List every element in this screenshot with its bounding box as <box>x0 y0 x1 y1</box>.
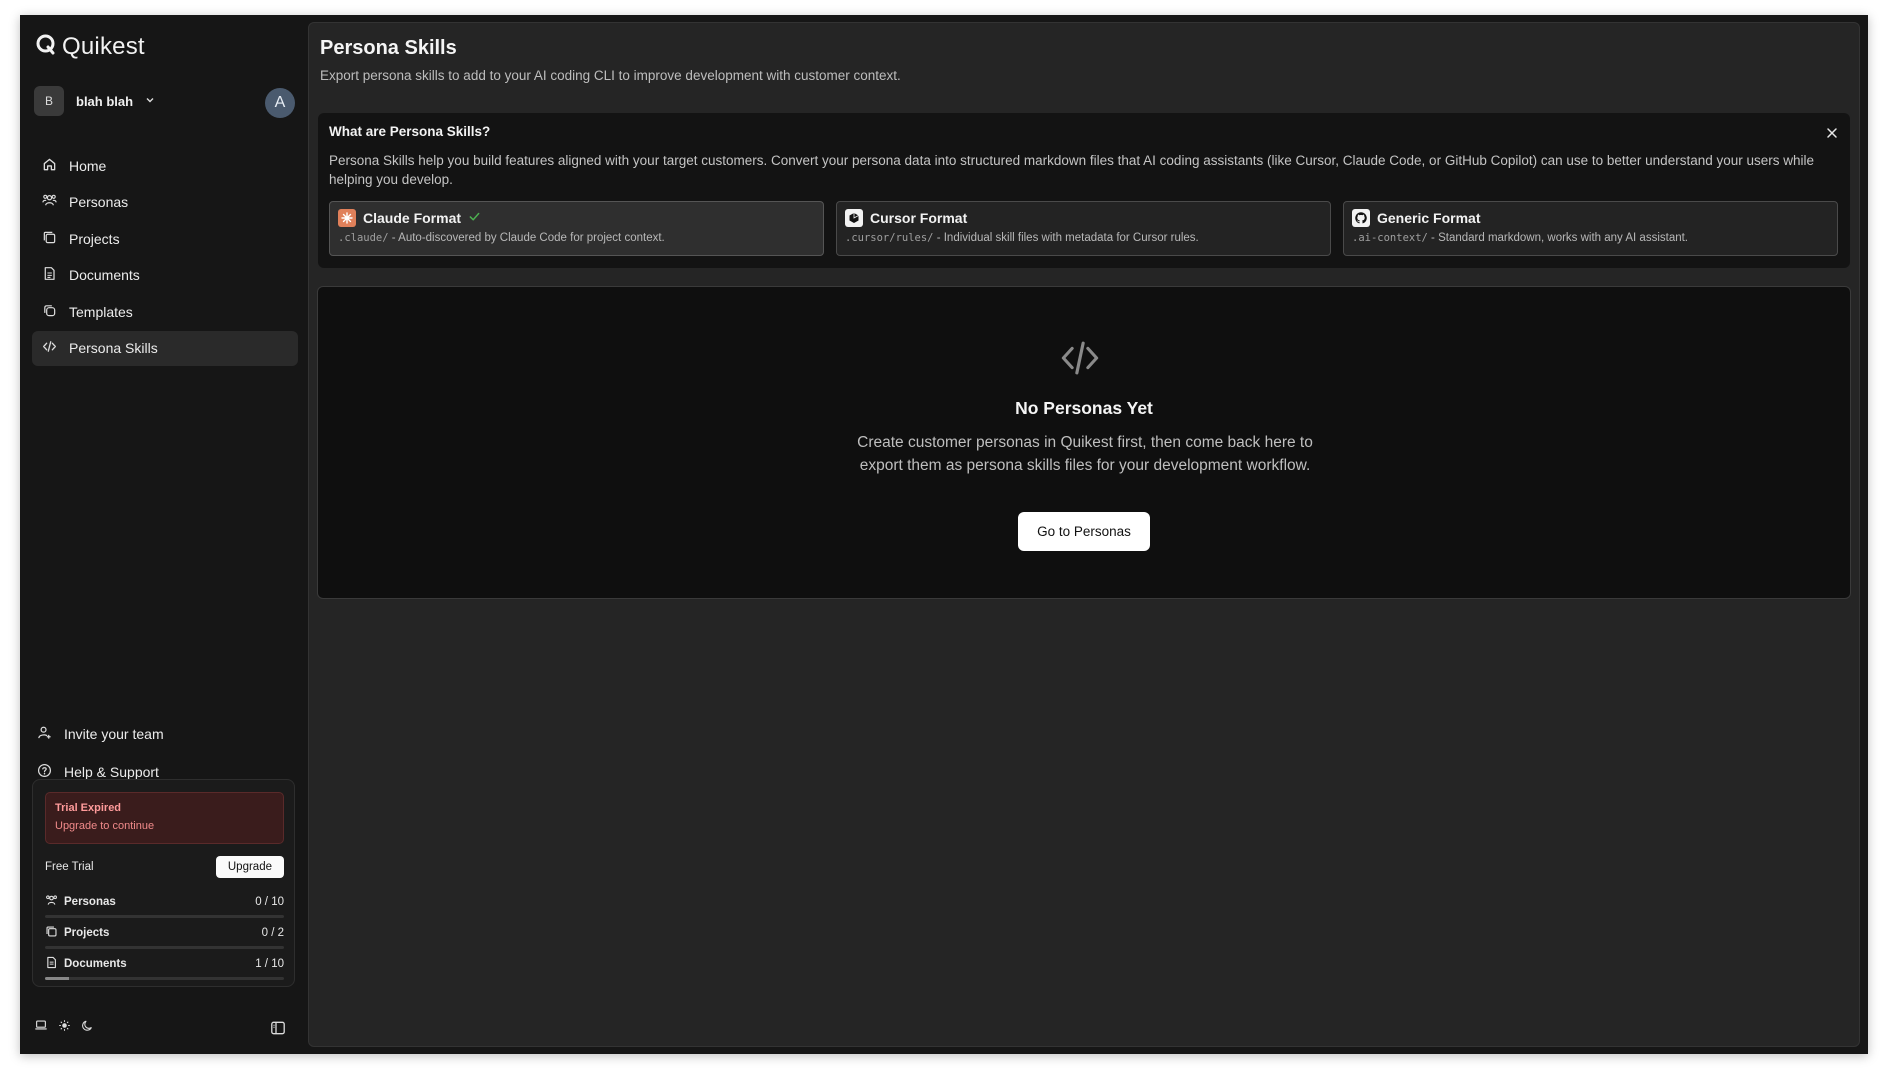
trial-subtitle: Upgrade to continue <box>55 820 155 832</box>
usage-projects: Projects 0 / 2 <box>45 925 284 949</box>
plan-row: Free Trial Upgrade <box>45 856 284 878</box>
format-option-generic[interactable]: Generic Format .ai-context/ - Standard m… <box>1343 201 1838 256</box>
workspace-badge: B <box>34 86 64 116</box>
usage-count: 0 / 10 <box>255 896 284 908</box>
code-icon <box>42 339 57 357</box>
sidebar-item-templates[interactable]: Templates <box>32 294 298 329</box>
brand-logo[interactable]: Quikest <box>36 33 145 61</box>
format-description: - Standard markdown, works with any AI a… <box>1427 232 1688 244</box>
page-subtitle: Export persona skills to add to your AI … <box>320 68 901 83</box>
sidebar-item-label: Projects <box>69 230 120 247</box>
format-name: Cursor Format <box>870 210 968 226</box>
usage-label: Projects <box>64 927 110 939</box>
code-icon <box>1059 337 1101 384</box>
format-path: .cursor/rules/ <box>845 232 934 244</box>
brand-name: Quikest <box>62 33 145 60</box>
persona-skills-info-card: What are Persona Skills? Persona Skills … <box>318 113 1850 268</box>
sidebar-item-label: Home <box>69 157 107 174</box>
format-description: - Auto-discovered by Claude Code for pro… <box>388 232 665 244</box>
sidebar-item-label: Templates <box>69 303 133 320</box>
empty-state-description: Create customer personas in Quikest firs… <box>857 434 1313 474</box>
sidebar-item-label: Documents <box>69 267 140 284</box>
usage-progress-fill <box>45 977 69 980</box>
sidebar-item-documents[interactable]: Documents <box>32 258 298 293</box>
go-to-personas-button[interactable]: Go to Personas <box>1018 512 1150 551</box>
sidebar-item-persona-skills[interactable]: Persona Skills <box>32 330 298 366</box>
format-options: Claude Format .claude/ - Auto-discovered… <box>329 201 1838 256</box>
laptop-icon[interactable] <box>34 1018 48 1037</box>
user-plus-icon <box>37 725 52 743</box>
document-icon <box>45 956 58 972</box>
sidebar-item-label: Persona Skills <box>69 340 158 357</box>
format-option-claude[interactable]: Claude Format .claude/ - Auto-discovered… <box>329 201 824 256</box>
usage-count: 0 / 2 <box>261 927 284 939</box>
format-path: .ai-context/ <box>1352 232 1428 244</box>
usage-count: 1 / 10 <box>255 958 284 970</box>
invite-team-link[interactable]: Invite your team <box>34 715 294 753</box>
sidebar-collapse-icon[interactable] <box>270 1020 286 1041</box>
github-logo-icon <box>1352 209 1370 227</box>
users-icon <box>45 894 58 910</box>
layers-icon <box>42 230 57 248</box>
usage-label: Personas <box>64 896 116 908</box>
format-name: Generic Format <box>1377 210 1481 226</box>
workspace-switcher[interactable]: B blah blah <box>34 86 155 116</box>
page-title: Persona Skills <box>320 37 457 59</box>
document-icon <box>42 266 57 284</box>
copy-icon <box>42 303 57 321</box>
claude-logo-icon <box>338 209 356 227</box>
help-support-label: Help & Support <box>64 764 159 780</box>
format-name: Claude Format <box>363 210 462 226</box>
quikest-logo-icon <box>36 34 56 61</box>
home-icon <box>42 157 57 175</box>
usage-progress-track <box>45 946 284 949</box>
theme-switcher <box>34 1018 94 1037</box>
empty-state-title: No Personas Yet <box>1015 398 1153 418</box>
trial-expired-banner[interactable]: Trial Expired Upgrade to continue <box>45 792 284 844</box>
usage-personas: Personas 0 / 10 <box>45 894 284 918</box>
format-path: .claude/ <box>338 232 389 244</box>
usage-progress-track <box>45 977 284 980</box>
sidebar-item-home[interactable]: Home <box>32 148 298 183</box>
usage-documents: Documents 1 / 10 <box>45 956 284 980</box>
moon-icon[interactable] <box>81 1019 94 1037</box>
info-description: Persona Skills help you build features a… <box>329 153 1815 187</box>
plan-name: Free Trial <box>45 861 94 873</box>
workspace-name: blah blah <box>76 93 134 109</box>
upgrade-button[interactable]: Upgrade <box>215 856 284 878</box>
sidebar-item-personas[interactable]: Personas <box>32 185 298 220</box>
usage-progress-track <box>45 915 284 918</box>
trial-title: Trial Expired <box>55 802 122 814</box>
usage-label: Documents <box>64 958 127 970</box>
format-description: - Individual skill files with metadata f… <box>933 232 1199 244</box>
users-icon <box>42 193 57 211</box>
empty-state: No Personas Yet Create customer personas… <box>317 286 1851 599</box>
app-window: Quikest B blah blah A Home Personas Proj… <box>20 15 1868 1054</box>
chevron-down-icon <box>145 92 155 110</box>
cursor-logo-icon <box>845 209 863 227</box>
close-icon[interactable] <box>1826 126 1838 144</box>
main-panel: Persona Skills Export persona skills to … <box>308 22 1860 1047</box>
check-icon <box>468 210 481 226</box>
sidebar: Quikest B blah blah A Home Personas Proj… <box>20 15 310 1054</box>
sidebar-item-projects[interactable]: Projects <box>32 221 298 256</box>
info-title: What are Persona Skills? <box>329 124 491 139</box>
user-avatar[interactable]: A <box>265 88 295 118</box>
sidebar-nav: Home Personas Projects Documents Templat… <box>32 148 298 368</box>
invite-team-label: Invite your team <box>64 726 164 742</box>
plan-card: Trial Expired Upgrade to continue Free T… <box>32 779 295 987</box>
sidebar-item-label: Personas <box>69 194 129 211</box>
sun-icon[interactable] <box>58 1019 71 1037</box>
format-option-cursor[interactable]: Cursor Format .cursor/rules/ - Individua… <box>836 201 1331 256</box>
layers-icon <box>45 925 58 941</box>
